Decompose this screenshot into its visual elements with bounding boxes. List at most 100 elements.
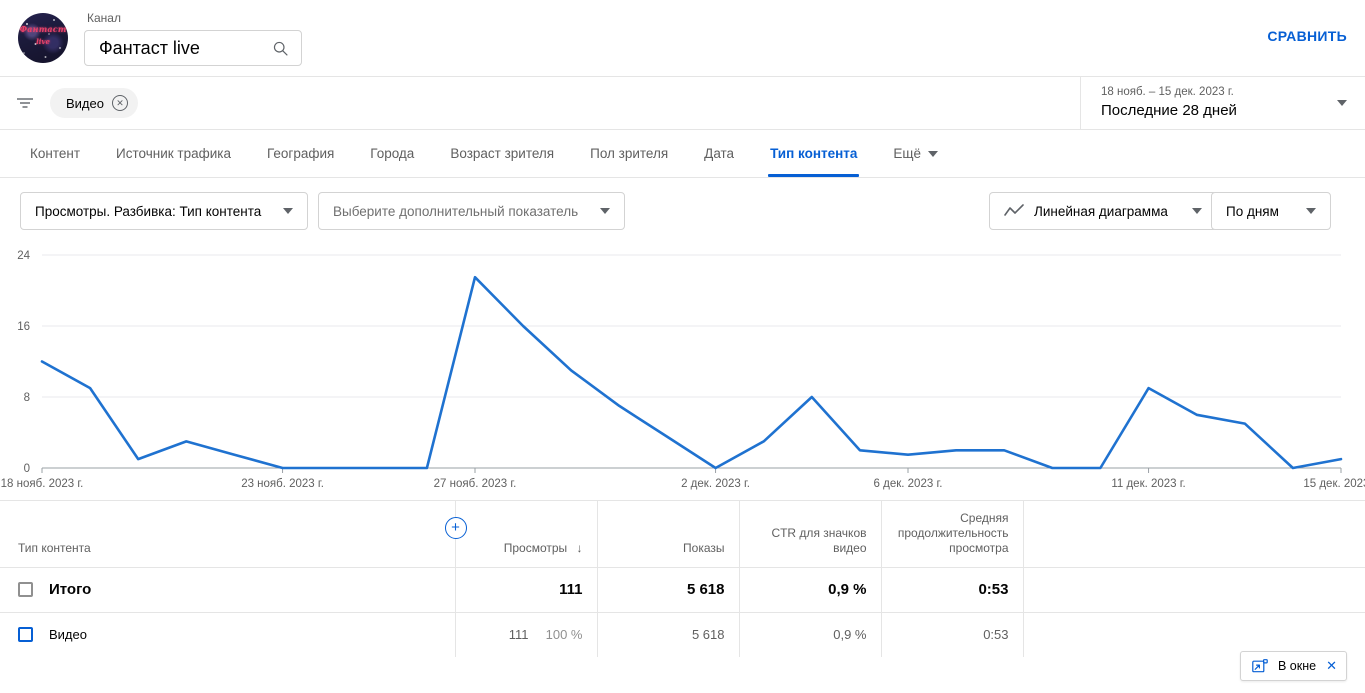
table-row[interactable]: Итого 111 5 618 0,9 % 0:53 [0,566,1365,612]
tab-label: Дата [704,146,735,161]
column-header-ctr[interactable]: CTR для значков видео [738,501,881,567]
channel-block: Канал Фантаст live [84,10,302,66]
row-empty-cell [1022,566,1365,612]
tab-content[interactable]: Контент [12,130,98,177]
row-name-cell: Итого [0,566,455,612]
granularity-select[interactable]: По дням [1211,192,1331,230]
tab-content-type[interactable]: Тип контента [752,130,875,177]
chart-x-tick-label: 6 дек. 2023 г. [873,478,943,490]
compare-button[interactable]: СРАВНИТЬ [1267,28,1347,44]
row-name-cell: Видео [0,611,455,657]
row-ctr-cell: 0,9 % [738,611,881,657]
close-icon[interactable]: ✕ [1326,658,1337,674]
channel-avatar: Фантаст live [18,13,68,63]
chart-line-series-video[interactable] [40,275,1343,470]
avatar-text-line1: Фантаст [19,24,67,34]
tab-more[interactable]: Ещё [875,130,956,177]
row-avg-duration-cell: 0:53 [880,566,1023,612]
filter-chip-label: Видео [66,95,104,111]
search-icon[interactable] [272,40,289,57]
chart-y-tick-label: 16 [17,321,30,333]
analytics-table: Тип контента + Просмотры ↓ Показы CTR дл… [0,500,1365,657]
tab-label: Пол зрителя [590,146,669,161]
row-checkbox[interactable] [18,582,33,597]
tab-viewer-age[interactable]: Возраст зрителя [432,130,572,177]
chart-type-value: Линейная диаграмма [1034,203,1168,219]
picture-in-picture-icon [1252,659,1268,673]
column-header-content-type[interactable]: Тип контента [0,501,455,567]
chevron-down-icon [928,150,939,157]
row-views-cell: 111 [454,566,597,612]
plus-icon[interactable]: + [444,517,467,539]
chevron-down-icon [1192,208,1202,214]
table-header-row: Тип контента + Просмотры ↓ Показы CTR дл… [0,501,1365,567]
chart-x-tick-label: 2 дек. 2023 г. [681,478,750,490]
chart-x-tick-label: 27 нояб. 2023 г. [433,478,517,490]
column-header-empty [1022,501,1365,567]
channel-search-input[interactable]: Фантаст live [84,30,302,66]
chart-canvas[interactable]: 0 8 16 24 [0,242,1365,500]
row-views-cell: 111 100 % [454,611,597,657]
date-range-dates: 18 нояб. – 15 дек. 2023 г. [1101,86,1234,98]
metric-select[interactable]: Просмотры. Разбивка: Тип контента [20,192,308,230]
chart-y-tick-label: 8 [24,392,30,404]
chevron-down-icon[interactable] [1337,100,1347,106]
column-header-views[interactable]: + Просмотры ↓ [444,501,597,567]
row-avg-duration-cell: 0:53 [880,611,1023,657]
chevron-down-icon [283,208,293,214]
row-label: Видео [49,627,87,643]
picture-in-picture-badge[interactable]: В окне ✕ [1240,651,1347,681]
row-impressions-cell: 5 618 [596,566,739,612]
tab-label: Контент [30,146,81,161]
analytics-tabs: Контент Источник трафика География Город… [0,130,1365,178]
chart-controls: Просмотры. Разбивка: Тип контента Выбери… [0,178,1365,242]
chart-x-tick-label: 11 дек. 2023 г. [1111,478,1186,490]
filter-chip-video[interactable]: Видео ✕ [50,88,138,118]
date-range-selector[interactable]: 18 нояб. – 15 дек. 2023 г. Последние 28 … [1080,77,1365,129]
row-label: Итого [49,581,92,598]
metric-select-value: Просмотры. Разбивка: Тип контента [35,203,262,219]
line-chart-icon [1004,204,1024,216]
picture-in-picture-label: В окне [1278,659,1317,673]
tab-cities[interactable]: Города [352,130,432,177]
table-row[interactable]: Видео 111 100 % 5 618 0,9 % 0:53 [0,611,1365,657]
tab-label: Ещё [893,146,922,161]
chart-y-tick-label: 24 [17,250,30,262]
chart-y-tick-label: 0 [24,463,30,475]
date-range-preset: Последние 28 дней [1101,102,1237,119]
tab-label: Возраст зрителя [450,146,555,161]
chart-type-select[interactable]: Линейная диаграмма [989,192,1217,230]
tab-label: Города [370,146,415,161]
close-icon[interactable]: ✕ [111,95,128,111]
row-views-value: 111 [508,627,529,643]
secondary-metric-placeholder: Выберите дополнительный показатель [333,203,579,219]
granularity-value: По дням [1226,203,1279,219]
column-header-impressions[interactable]: Показы [596,501,739,567]
row-checkbox[interactable] [18,627,33,643]
tab-traffic-source[interactable]: Источник трафика [98,130,249,177]
channel-label: Канал [87,11,121,25]
avatar-text-line2: live [36,37,50,46]
tab-viewer-gender[interactable]: Пол зрителя [572,130,686,177]
tab-geography[interactable]: География [249,130,352,177]
page-header: Фантаст live Канал Фантаст live СРАВНИТЬ [0,0,1365,76]
filter-icon[interactable] [14,92,36,114]
column-header-avg-duration[interactable]: Средняя продолжительность просмотра [880,501,1023,567]
chart-x-tick-label: 23 нояб. 2023 г. [241,478,324,490]
tab-label: Источник трафика [116,146,231,161]
chart-x-tick-label: 15 дек. 2023 г. [1303,478,1365,490]
tab-label: Тип контента [770,146,858,161]
row-ctr-cell: 0,9 % [738,566,881,612]
channel-name-value: Фантаст live [99,38,200,58]
filter-bar: Видео ✕ 18 нояб. – 15 дек. 2023 г. После… [0,76,1365,130]
tab-label: География [266,146,335,161]
chevron-down-icon [1306,208,1316,214]
sort-descending-icon[interactable]: ↓ [577,541,583,555]
secondary-metric-select[interactable]: Выберите дополнительный показатель [318,192,625,230]
row-views-percent: 100 % [545,627,583,643]
analytics-chart: 0 8 16 24 18 нояб. 2023 г. 23 нояб. 2023 г. 2… [0,242,1365,500]
tab-date[interactable]: Дата [686,130,752,177]
chevron-down-icon [600,208,610,214]
column-header-views-label: Просмотры [503,540,568,555]
row-impressions-cell: 5 618 [596,611,739,657]
